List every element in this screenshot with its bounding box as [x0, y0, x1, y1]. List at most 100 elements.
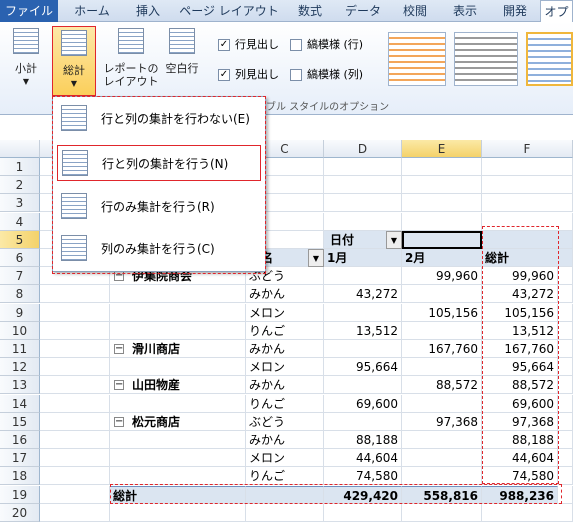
table-style-gray[interactable]	[454, 32, 518, 86]
collapse-icon[interactable]: −	[114, 380, 124, 390]
cell[interactable]	[40, 467, 110, 485]
tab-file[interactable]: ファイル	[0, 0, 58, 22]
row-header[interactable]: 15	[0, 413, 40, 431]
tab-page-layout[interactable]: ページ レイアウト	[178, 0, 280, 22]
tab-formulas[interactable]: 数式	[288, 0, 332, 22]
cell[interactable]	[40, 304, 110, 322]
row-header[interactable]: 6	[0, 249, 40, 267]
cell[interactable]	[40, 395, 110, 413]
row-header[interactable]: 5	[0, 231, 40, 249]
pivot-value-jan: 88,188	[324, 431, 402, 449]
cell[interactable]	[110, 504, 246, 522]
chevron-down-icon: ▼	[22, 77, 30, 86]
row-header[interactable]: 4	[0, 213, 40, 231]
cell[interactable]	[110, 358, 246, 376]
pivot-value-jan	[324, 340, 402, 358]
row-header[interactable]: 18	[0, 467, 40, 485]
grand-total-button[interactable]: 総計 ▼	[52, 26, 96, 96]
subtotal-button[interactable]: 小計 ▼	[6, 28, 46, 90]
cell[interactable]	[402, 176, 482, 194]
cell[interactable]	[402, 504, 482, 522]
row-header[interactable]: 7	[0, 267, 40, 285]
pivot-value-jan: 44,604	[324, 449, 402, 467]
tab-view[interactable]: 表示	[444, 0, 486, 22]
row-header[interactable]: 10	[0, 322, 40, 340]
row-header[interactable]: 12	[0, 358, 40, 376]
cell[interactable]	[40, 340, 110, 358]
cell[interactable]	[40, 431, 110, 449]
cell[interactable]	[40, 449, 110, 467]
cell[interactable]	[40, 413, 110, 431]
cell[interactable]	[110, 304, 246, 322]
row-header[interactable]: 11	[0, 340, 40, 358]
row-header[interactable]: 3	[0, 194, 40, 212]
cell[interactable]	[110, 285, 246, 303]
row-headers-checkbox[interactable]: ✓ 行見出し	[218, 38, 279, 52]
cell[interactable]	[402, 194, 482, 212]
tab-options[interactable]: オプ	[540, 0, 573, 23]
banded-rows-label: 縞模様 (行)	[307, 38, 364, 51]
cell[interactable]	[40, 486, 110, 504]
blank-rows-button[interactable]: 空白行	[162, 28, 202, 90]
cell[interactable]	[324, 176, 402, 194]
cell[interactable]	[40, 358, 110, 376]
row-header[interactable]: 17	[0, 449, 40, 467]
banded-cols-checkbox[interactable]: 縞模様 (列)	[290, 68, 363, 82]
pivot-value-feb	[402, 431, 482, 449]
cell[interactable]	[482, 194, 573, 212]
row-header[interactable]: 8	[0, 285, 40, 303]
cell[interactable]	[324, 194, 402, 212]
table-style-blue[interactable]	[526, 32, 573, 86]
tab-review[interactable]: 校閲	[394, 0, 436, 22]
filter-dropdown-icon[interactable]: ▼	[308, 249, 324, 267]
row-header[interactable]: 1	[0, 158, 40, 176]
col-headers-label: 列見出し	[235, 68, 279, 81]
cell[interactable]	[324, 158, 402, 176]
cell[interactable]	[110, 449, 246, 467]
row-header[interactable]: 20	[0, 504, 40, 522]
tab-developer[interactable]: 開発	[494, 0, 536, 22]
cell[interactable]	[324, 504, 402, 522]
filter-dropdown-icon[interactable]: ▼	[386, 231, 402, 249]
pivot-product: りんご	[246, 322, 324, 340]
cell[interactable]	[324, 213, 402, 231]
row-header[interactable]: 14	[0, 395, 40, 413]
pivot-value-feb	[402, 322, 482, 340]
cell[interactable]	[40, 322, 110, 340]
row-header[interactable]: 19	[0, 486, 40, 504]
cell[interactable]	[110, 431, 246, 449]
pivot-value-feb: 88,572	[402, 376, 482, 394]
cell[interactable]	[482, 504, 573, 522]
tab-data[interactable]: データ	[340, 0, 386, 22]
collapse-icon[interactable]: −	[114, 344, 124, 354]
cell[interactable]	[40, 376, 110, 394]
report-layout-button[interactable]: レポートの レイアウト	[103, 28, 159, 90]
select-all-corner[interactable]	[0, 140, 40, 158]
cell[interactable]	[110, 395, 246, 413]
column-header-d[interactable]: D	[324, 140, 402, 158]
cell[interactable]	[482, 158, 573, 176]
cell[interactable]	[110, 467, 246, 485]
active-cell[interactable]	[402, 231, 482, 249]
row-header[interactable]: 2	[0, 176, 40, 194]
cell[interactable]	[40, 504, 110, 522]
tab-insert[interactable]: 挿入	[128, 0, 168, 22]
row-header[interactable]: 9	[0, 304, 40, 322]
column-header-e[interactable]: E	[402, 140, 482, 158]
cell[interactable]	[482, 176, 573, 194]
row-header[interactable]: 16	[0, 431, 40, 449]
cell[interactable]	[40, 285, 110, 303]
table-style-orange[interactable]	[388, 32, 446, 86]
banded-rows-checkbox[interactable]: 縞模様 (行)	[290, 38, 363, 52]
cell[interactable]	[110, 322, 246, 340]
cell[interactable]	[402, 158, 482, 176]
column-header-f[interactable]: F	[482, 140, 573, 158]
report-layout-label-2: レイアウト	[103, 75, 159, 88]
cell[interactable]	[246, 504, 324, 522]
collapse-icon[interactable]: −	[114, 417, 124, 427]
cell[interactable]	[402, 213, 482, 231]
row-header[interactable]: 13	[0, 376, 40, 394]
col-headers-checkbox[interactable]: ✓ 列見出し	[218, 68, 279, 82]
checkmark-icon: ✓	[218, 69, 230, 81]
tab-home[interactable]: ホーム	[66, 0, 118, 22]
